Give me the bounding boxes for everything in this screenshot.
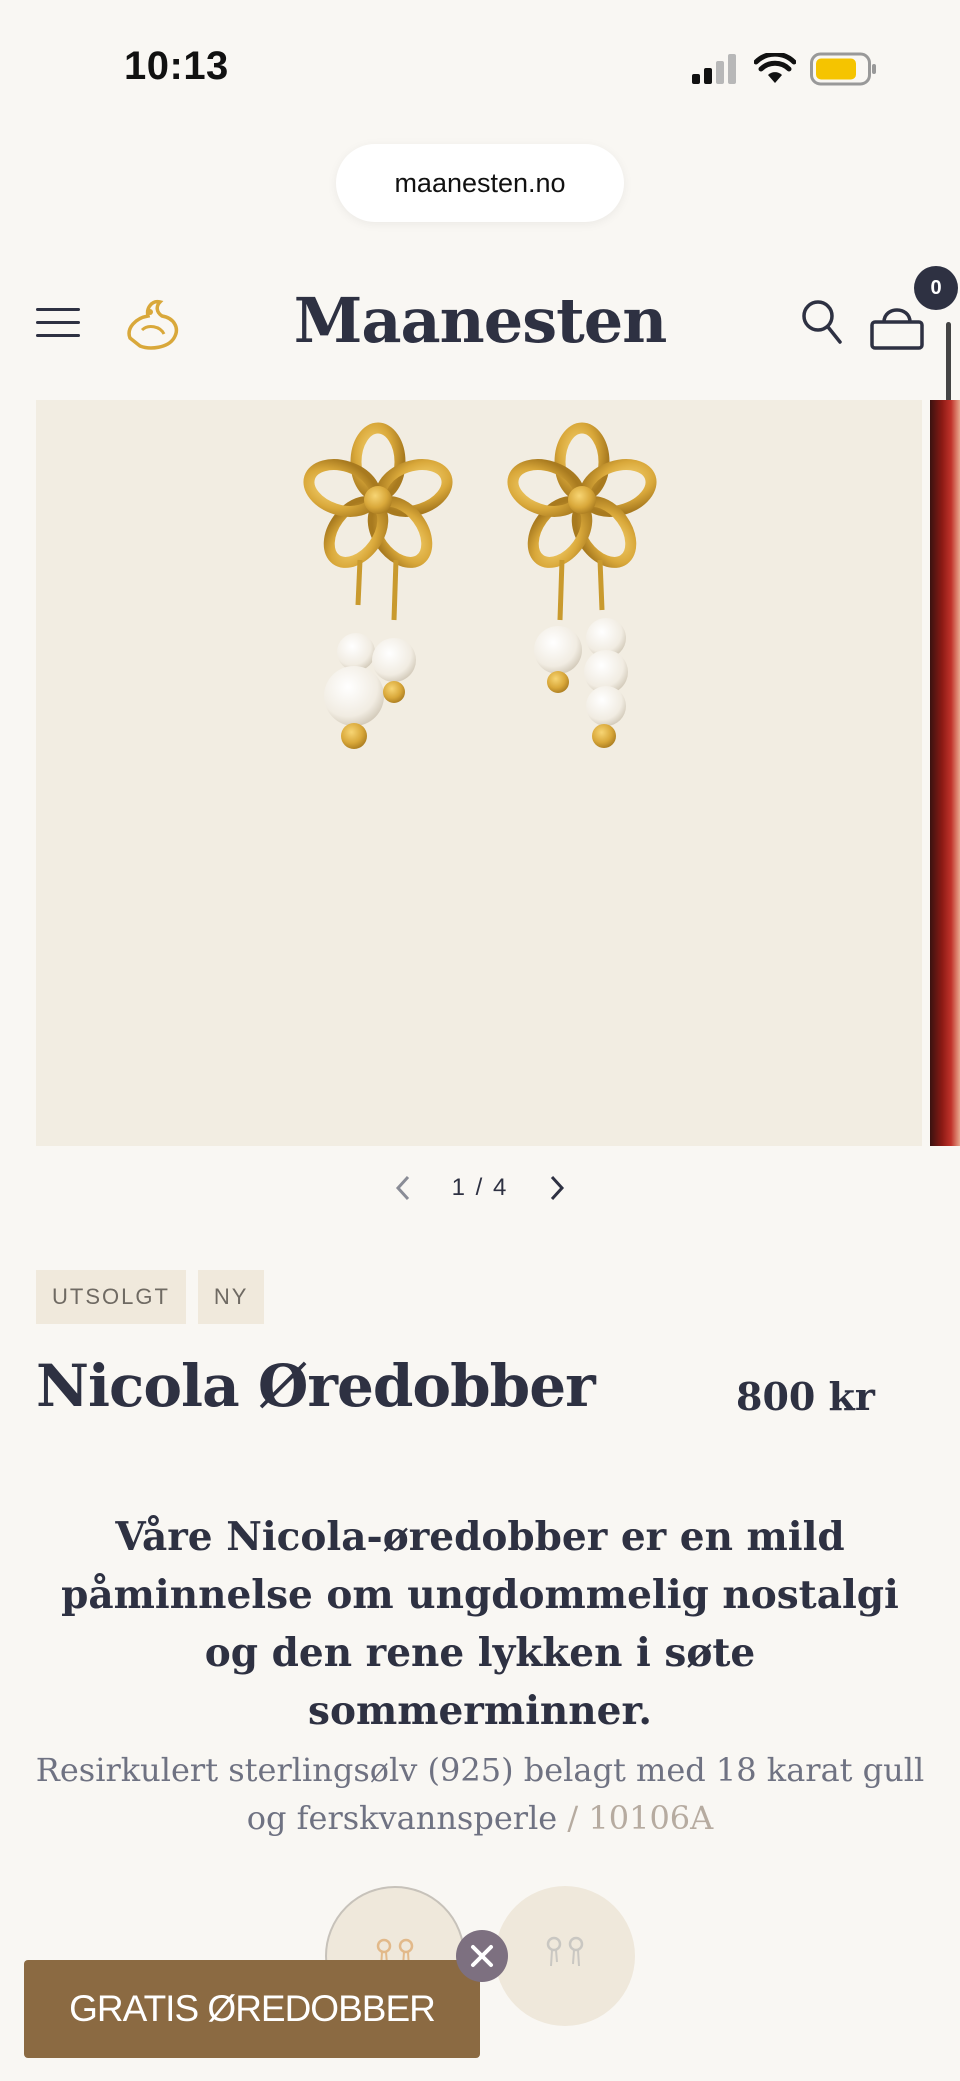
wifi-icon bbox=[754, 53, 796, 83]
gallery-pager: 1 / 4 bbox=[452, 1174, 509, 1202]
product-description: Våre Nicola-øredobber er en mild påminne… bbox=[61, 1514, 899, 1734]
earrings-illustration bbox=[303, 422, 657, 749]
product-price: 800 kr bbox=[736, 1374, 875, 1419]
sold-out-badge: UTSOLGT bbox=[36, 1270, 186, 1324]
new-badge: NY bbox=[197, 1270, 265, 1324]
close-icon bbox=[471, 1945, 493, 1967]
address-bar-url: maanesten.no bbox=[394, 167, 566, 198]
product-image[interactable] bbox=[36, 400, 922, 1146]
gallery-current-index: 1 bbox=[451, 1174, 467, 1201]
gallery-total: 4 bbox=[493, 1174, 509, 1201]
product-sku: / 10106A bbox=[567, 1799, 714, 1837]
promo-close-button[interactable] bbox=[456, 1930, 508, 1982]
variant-swatch-silver[interactable] bbox=[495, 1886, 635, 2026]
chevron-left-icon bbox=[395, 1175, 409, 1201]
next-image-preview[interactable] bbox=[930, 400, 960, 1146]
earrings-thumbnail-silver bbox=[546, 1936, 584, 1967]
cellular-signal-icon bbox=[692, 54, 736, 84]
gallery-next-button[interactable] bbox=[542, 1171, 572, 1205]
gallery-prev-button[interactable] bbox=[388, 1171, 418, 1205]
gallery-pagination: 1 / 4 bbox=[0, 1168, 960, 1208]
gallery-separator: / bbox=[475, 1174, 485, 1201]
chevron-right-icon bbox=[551, 1175, 565, 1201]
product-badges: UTSOLGT NY bbox=[36, 1270, 265, 1324]
material-text: Resirkulert sterlingsølv (925) belagt me… bbox=[35, 1751, 925, 1837]
status-time: 10:13 bbox=[124, 44, 229, 88]
product-material: Resirkulert sterlingsølv (925) belagt me… bbox=[30, 1746, 930, 1842]
free-earrings-promo-button[interactable]: GRATIS ØREDOBBER bbox=[24, 1960, 480, 2058]
battery-icon bbox=[810, 52, 876, 86]
cart-count-badge: 0 bbox=[914, 266, 958, 310]
promo-label: GRATIS ØREDOBBER bbox=[69, 1988, 436, 2029]
status-icons bbox=[690, 52, 878, 86]
status-bar: 10:13 bbox=[0, 0, 960, 130]
product-title: Nicola Øredobber bbox=[36, 1352, 596, 1420]
address-bar[interactable]: maanesten.no bbox=[336, 144, 624, 222]
site-header: Maanesten 0 bbox=[0, 262, 960, 390]
scrollbar-thumb[interactable] bbox=[946, 322, 951, 402]
shopping-bag-icon[interactable] bbox=[868, 296, 926, 352]
search-icon[interactable] bbox=[800, 298, 844, 346]
